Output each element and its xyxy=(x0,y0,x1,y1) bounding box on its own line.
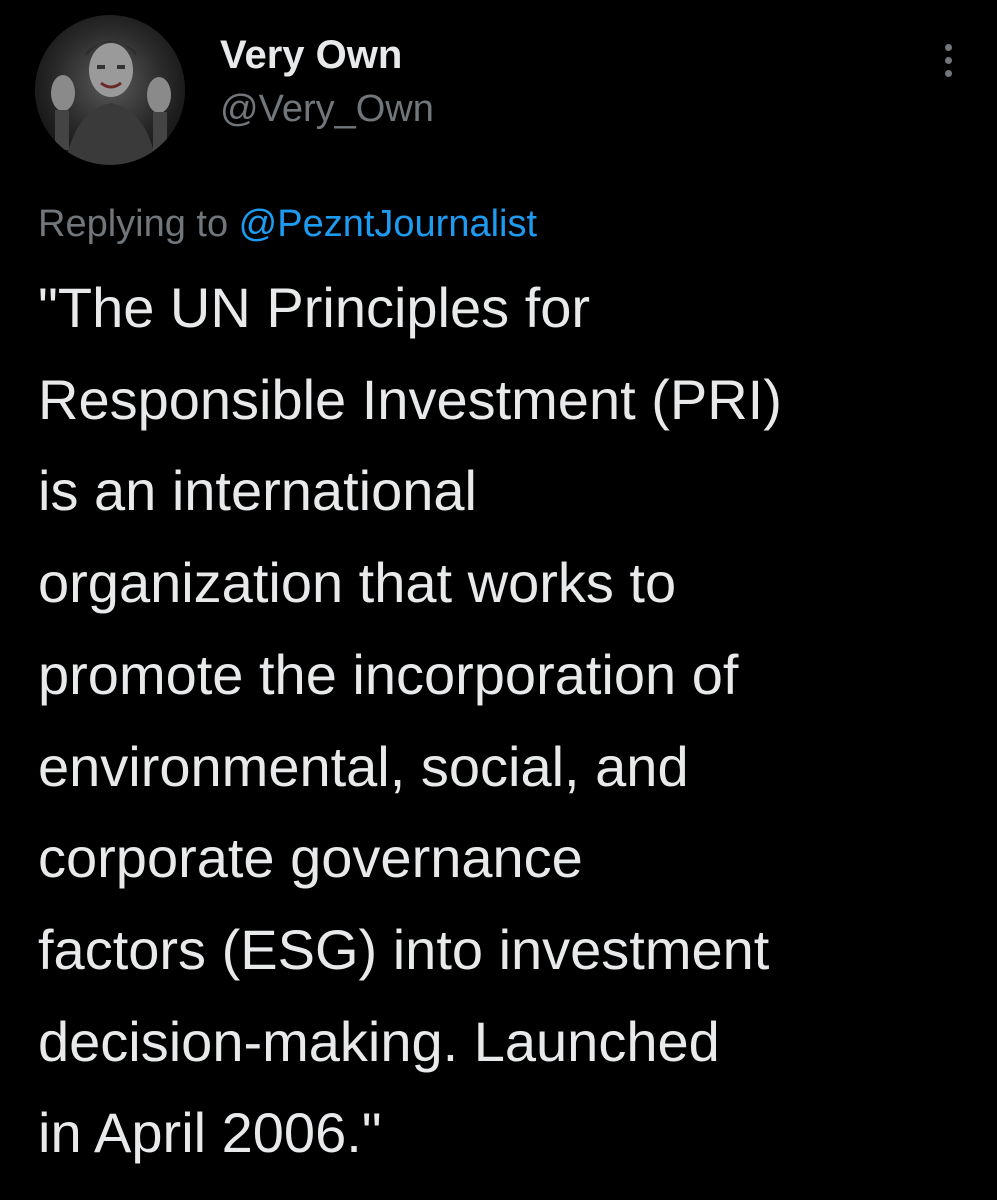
more-vertical-icon-dot-2 xyxy=(945,57,952,64)
more-vertical-icon-dot-3 xyxy=(945,70,952,77)
author-handle[interactable]: @Very_Own xyxy=(220,80,434,138)
more-vertical-icon-dot-1 xyxy=(945,44,952,51)
replying-to-line: Replying to @PezntJournalist xyxy=(38,198,537,250)
author-display-name[interactable]: Very Own xyxy=(220,30,434,80)
tweet-header: Very Own @Very_Own xyxy=(220,30,434,138)
tweet-text: "The UN Principles for Responsible Inves… xyxy=(38,276,782,1165)
reply-mention-link[interactable]: @PezntJournalist xyxy=(239,203,537,245)
avatar[interactable] xyxy=(35,15,185,165)
more-options-button[interactable] xyxy=(939,40,959,80)
avatar-image xyxy=(35,15,185,165)
replying-to-label: Replying to xyxy=(38,203,239,245)
tweet-card: Very Own @Very_Own Replying to @PezntJou… xyxy=(0,0,997,1200)
